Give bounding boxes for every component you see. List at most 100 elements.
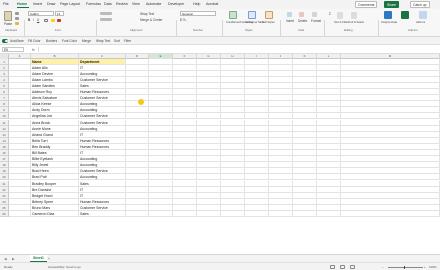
add-ins-label[interactable]: Add-ins [416, 21, 425, 25]
zoom-out-icon[interactable]: − [382, 264, 384, 270]
table-cell[interactable] [341, 211, 440, 218]
formula-input[interactable] [38, 47, 436, 52]
accessibility-status[interactable]: Accessibility: Good to go [48, 264, 81, 270]
table-cell[interactable] [269, 211, 293, 218]
tab-help[interactable]: Help [193, 1, 200, 7]
paste-label[interactable]: Paste [4, 22, 12, 26]
quick-wrap-text[interactable]: Wrap Text [96, 38, 110, 44]
cell-styles-icon[interactable] [265, 11, 273, 19]
table-cell[interactable] [9, 211, 31, 218]
share-button[interactable]: Share [384, 1, 400, 8]
autosave-toggle[interactable] [2, 39, 8, 43]
worksheet-grid[interactable]: ABCDEFGHIJKLM 1 Name Department 2 Adam Allo I… [0, 54, 440, 254]
align-top-icon[interactable] [100, 12, 112, 15]
wrap-text-button[interactable]: Wrap Text [140, 12, 154, 16]
table-cell[interactable] [149, 211, 173, 218]
quick-filter[interactable]: Filter [124, 38, 131, 44]
format-icon[interactable] [312, 12, 317, 17]
zoom-level[interactable]: 100% [429, 264, 437, 270]
merge-center-button[interactable]: Merge & Center [140, 18, 163, 22]
table-cell[interactable] [317, 211, 341, 218]
analyze-data-label[interactable]: Analyze Data [381, 21, 397, 25]
format-painter-icon[interactable] [15, 22, 19, 25]
underline-icon[interactable]: U [37, 18, 39, 22]
name-box[interactable]: E5 [2, 47, 24, 52]
row-header[interactable]: 26 [0, 211, 9, 218]
italic-icon[interactable]: I [33, 18, 34, 22]
delete-icon[interactable] [299, 12, 304, 17]
fill-color-icon[interactable] [51, 19, 55, 22]
page-break-view-icon[interactable] [350, 265, 355, 269]
quick-font-color[interactable]: Font Color [62, 38, 77, 44]
sort-icon[interactable] [337, 12, 343, 19]
font-color-icon[interactable] [57, 19, 61, 22]
find-icon[interactable] [351, 12, 357, 19]
tab-data[interactable]: Data [104, 1, 112, 7]
tab-draw[interactable]: Draw [47, 1, 55, 7]
department-cell[interactable]: Sales [79, 211, 126, 218]
font-size-select[interactable]: 11 [55, 11, 64, 16]
insert-cells-button[interactable]: Insert [286, 19, 294, 23]
ribbon: Paste Calibri 11 B I U Wrap Text Merge &… [0, 9, 440, 44]
format-as-table-icon[interactable] [248, 11, 256, 19]
tab-automate[interactable]: Automate [146, 1, 161, 7]
fx-icon[interactable]: fx [32, 47, 35, 53]
align-center-icon[interactable] [100, 18, 112, 21]
status-bar: Ready Accessibility: Good to go − + 100% [0, 262, 440, 270]
name-cell[interactable]: Cameron Diaz [31, 211, 79, 218]
paste-icon[interactable] [4, 11, 12, 21]
analyze-data-icon[interactable] [384, 11, 392, 19]
normal-view-icon[interactable] [330, 265, 335, 269]
cell-styles-label[interactable]: Cell Styles [262, 21, 275, 25]
tab-file[interactable]: File [3, 1, 9, 7]
quick-fill-color[interactable]: Fill Color [28, 38, 41, 44]
tab-page-layout[interactable]: Page Layout [60, 1, 80, 7]
format-cells-button[interactable]: Format [311, 19, 321, 23]
sort-filter-button[interactable]: Sort & Filter [334, 21, 348, 25]
tab-formulas[interactable]: Formulas [86, 1, 101, 7]
group-label-alignment: Alignment [130, 28, 143, 32]
number-format-select[interactable]: General [180, 11, 216, 16]
zoom-slider-track[interactable] [388, 267, 423, 268]
tab-review[interactable]: Review [116, 1, 128, 7]
table-cell[interactable] [197, 211, 221, 218]
table-cell[interactable] [245, 211, 269, 218]
tab-acrobat[interactable]: Acrobat [206, 1, 218, 7]
tab-view[interactable]: View [132, 1, 140, 7]
insert-icon[interactable] [287, 12, 292, 17]
sheet-tab-bar: ◀ ▶ Sheet1 + [0, 254, 440, 262]
active-cell-marker [138, 99, 144, 105]
group-label-editing: Editing [344, 28, 353, 32]
font-name-select[interactable]: Calibri [28, 11, 54, 16]
zoom-slider-thumb[interactable] [404, 265, 406, 270]
quick-sort[interactable]: Sort [114, 38, 120, 44]
tab-insert[interactable]: Insert [33, 1, 42, 7]
cut-icon[interactable] [15, 12, 19, 15]
quick-merge[interactable]: Merge [82, 38, 91, 44]
catch-up-button[interactable]: Catch up [410, 1, 430, 8]
currency-icon[interactable]: $ % , [180, 18, 187, 22]
autosum-icon[interactable]: Σ [329, 12, 331, 16]
quick-borders[interactable]: Borders [46, 38, 57, 44]
copilot-icon[interactable] [401, 11, 409, 19]
bold-icon[interactable]: B [28, 18, 30, 22]
page-layout-view-icon[interactable] [340, 265, 345, 269]
delete-cells-button[interactable]: Delete [298, 19, 307, 23]
sheet-tab-sheet1[interactable]: Sheet1 [30, 255, 47, 262]
zoom-in-icon[interactable]: + [424, 264, 426, 270]
menu-bar: File Home Insert Draw Page Layout Formul… [0, 0, 440, 9]
find-select-button[interactable]: Find & Select [348, 21, 364, 25]
group-label-font: Font [55, 28, 61, 32]
comments-button[interactable]: Comments [355, 1, 378, 8]
table-cell[interactable] [293, 211, 317, 218]
borders-icon[interactable] [44, 19, 48, 22]
status-ready: Ready [4, 265, 13, 269]
add-ins-icon[interactable] [419, 11, 427, 19]
formula-bar: E5 fx [0, 45, 440, 54]
table-cell[interactable] [221, 211, 245, 218]
table-cell[interactable] [126, 211, 149, 218]
copy-icon[interactable] [15, 17, 19, 20]
conditional-formatting-icon[interactable] [229, 11, 237, 19]
table-cell[interactable] [173, 211, 197, 218]
tab-developer[interactable]: Developer [168, 1, 184, 7]
